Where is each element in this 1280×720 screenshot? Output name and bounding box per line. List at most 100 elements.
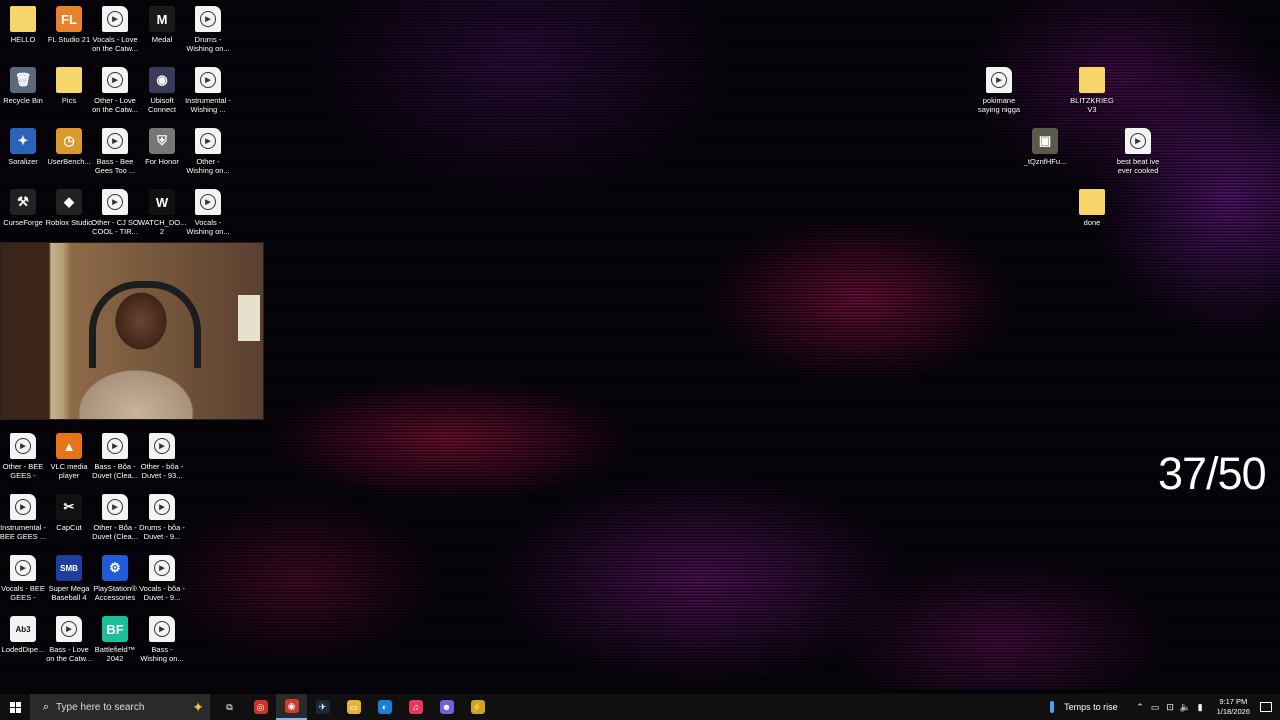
desktop-icon[interactable]: ▶ Bass - Love on the Catw... bbox=[46, 612, 92, 672]
desktop-icon-label: Roblox Studio bbox=[45, 218, 93, 227]
desktop-icon[interactable]: ▶ Other - Bôa - Duvet (Clea... bbox=[92, 490, 138, 550]
desktop-icon[interactable]: ⚙ PlayStation® Accessories bbox=[92, 551, 138, 611]
desktop-icon[interactable]: ▶ Drums - bôa - Duvet - 9... bbox=[139, 490, 185, 550]
taskbar-discord-button[interactable]: ☻ bbox=[431, 694, 462, 720]
network-icon[interactable]: ⊡ bbox=[1164, 702, 1177, 713]
desktop-icon-label: CapCut bbox=[56, 523, 82, 532]
recycle-bin-icon: 🗑 bbox=[10, 67, 36, 93]
desktop-icon-label: Bass - Bee Gees Too ... bbox=[94, 157, 136, 175]
desktop-icon-label: Other - bôa - Duvet - 93... bbox=[140, 462, 184, 480]
media-file-icon: ▶ bbox=[102, 433, 128, 459]
weather-text: Temps to rise bbox=[1064, 702, 1118, 712]
desktop-icon[interactable]: Ab3 LodedDipe... bbox=[0, 612, 46, 672]
desktop-icon-label: VLC media player bbox=[50, 462, 88, 480]
desktop-icon[interactable]: ▶ Bass - Bee Gees Too ... bbox=[92, 124, 138, 184]
desktop-icon-label: Super Mega Baseball 4 bbox=[48, 584, 90, 602]
media-file-icon: ▶ bbox=[56, 616, 82, 642]
desktop-icon[interactable]: ▶ Other - Love on the Catw... bbox=[92, 63, 138, 123]
desktop-icon[interactable]: HELLO bbox=[0, 2, 46, 62]
desktop-icon[interactable]: ▶ Instrumental - Wishing ... bbox=[185, 63, 231, 123]
itunes-icon: ♫ bbox=[408, 700, 423, 714]
desktop-icon-label: Other - Wishing on... bbox=[186, 157, 230, 175]
desktop-icon[interactable]: ▶ Vocals - bôa - Duvet - 9... bbox=[139, 551, 185, 611]
desktop-icon[interactable]: BLITZKRIEG V3 bbox=[1069, 63, 1115, 123]
clock-date: 1/18/2026 bbox=[1216, 707, 1250, 716]
media-file-icon: ▶ bbox=[102, 128, 128, 154]
desktop-icon-label: Bass - Bôa - Duvet (Clea... bbox=[92, 462, 138, 480]
super-mega-baseball-icon: SMB bbox=[56, 555, 82, 581]
start-button[interactable] bbox=[0, 694, 30, 720]
ableton-icon: Ab3 bbox=[10, 616, 36, 642]
userbenchmark-icon: ◷ bbox=[56, 128, 82, 154]
taskbar-file-explorer-button[interactable]: ▭ bbox=[338, 694, 369, 720]
desktop-icon[interactable]: ▶ pokimane saying nigga bbox=[976, 63, 1022, 123]
medal-icon: M bbox=[149, 6, 175, 32]
chevron-up-icon[interactable]: ⌃ bbox=[1134, 702, 1147, 713]
wall-note bbox=[238, 295, 260, 341]
desktop-icon[interactable]: ◉ Ubisoft Connect bbox=[139, 63, 185, 123]
desktop-icon[interactable]: Pics bbox=[46, 63, 92, 123]
media-file-icon: ▶ bbox=[195, 189, 221, 215]
system-tray: Temps to rise ⌃ ▭ ⊡ 🔈 ▮ 9:17 PM 1/18/202… bbox=[1050, 694, 1280, 720]
search-icon: ⌕ bbox=[42, 700, 50, 713]
volume-icon[interactable]: 🔈 bbox=[1179, 702, 1192, 713]
desktop-icon[interactable]: ▶ Other - BEE GEES - TOO... bbox=[0, 429, 46, 489]
desktop-icon-label: For Honor bbox=[145, 157, 179, 166]
thermometer-icon bbox=[1050, 701, 1055, 713]
desktop-icon[interactable]: ▶ Vocals - BEE GEES - TOO... bbox=[0, 551, 46, 611]
desktop-icon-label: Soralizer bbox=[8, 157, 38, 166]
desktop-icon[interactable]: BF Battlefield™ 2042 bbox=[92, 612, 138, 672]
for-honor-icon: ⛨ bbox=[149, 128, 175, 154]
microphone-icon[interactable]: ▮ bbox=[1194, 702, 1207, 713]
taskbar-itunes-button[interactable]: ♫ bbox=[400, 694, 431, 720]
task-view-icon: ⧉ bbox=[222, 700, 237, 714]
desktop-icon[interactable]: ▶ Other - CJ SO COOL - TIR... bbox=[91, 185, 139, 245]
desktop-icon[interactable]: ▶ Instrumental - BEE GEES ... bbox=[0, 490, 46, 550]
desktop-icon[interactable]: ✂ CapCut bbox=[46, 490, 92, 550]
search-highlight-icon: ✦ bbox=[192, 698, 204, 715]
taskbar-steam-button[interactable]: ✈ bbox=[307, 694, 338, 720]
desktop-icon[interactable]: ◷ UserBench... bbox=[46, 124, 92, 184]
desktop-icon[interactable]: ▲ VLC media player bbox=[46, 429, 92, 489]
desktop-icon[interactable]: W WATCH_DO... 2 bbox=[138, 185, 186, 245]
search-box[interactable]: ⌕ Type here to search ✦ bbox=[30, 694, 210, 720]
desktop-icon[interactable]: done bbox=[1069, 185, 1115, 245]
desktop-icon[interactable]: ▶ Bass - Bôa - Duvet (Clea... bbox=[92, 429, 138, 489]
desktop-icon-label: Recycle Bin bbox=[3, 96, 43, 105]
taskbar-task-view-button[interactable]: ⧉ bbox=[214, 694, 245, 720]
desktop-icon-label: Vocals - Wishing on... bbox=[186, 218, 230, 236]
desktop-icon[interactable]: ▶ Bass - Wishing on... bbox=[139, 612, 185, 672]
desktop-icon[interactable]: ▶ Vocals - Love on the Catw... bbox=[92, 2, 138, 62]
clock[interactable]: 9:17 PM 1/18/2026 bbox=[1217, 697, 1250, 717]
desktop-icon[interactable]: ▶ Vocals - Wishing on... bbox=[185, 185, 231, 245]
desktop-icon[interactable]: FL FL Studio 21 bbox=[46, 2, 92, 62]
display-icon[interactable]: ▭ bbox=[1149, 702, 1162, 713]
desktop-icon[interactable]: ▶ Drums - Wishing on... bbox=[185, 2, 231, 62]
taskbar-chrome-button[interactable]: ◉ bbox=[276, 694, 307, 720]
desktop-icon[interactable]: ▶ best beat ive ever cooked bbox=[1115, 124, 1161, 184]
media-file-icon: ▶ bbox=[149, 494, 175, 520]
desktop-icon[interactable]: ◆ Roblox Studio bbox=[46, 185, 92, 245]
battlefield-icon: BF bbox=[102, 616, 128, 642]
media-file-icon: ▶ bbox=[10, 555, 36, 581]
fl-studio-icon: FL bbox=[56, 6, 82, 32]
desktop-icon[interactable]: ✦ Soralizer bbox=[0, 124, 46, 184]
notification-icon[interactable] bbox=[1260, 702, 1272, 712]
desktop-icon[interactable]: ⚒ CurseForge bbox=[0, 185, 46, 245]
taskbar-cheat-engine-button[interactable]: ⚡ bbox=[462, 694, 493, 720]
watch-dogs-icon: W bbox=[149, 189, 175, 215]
desktop-icon[interactable]: ▣ _tQznfHFu... bbox=[1022, 124, 1068, 184]
desktop-icon-label: Instrumental - Wishing ... bbox=[185, 96, 231, 114]
image-file-icon: ▣ bbox=[1032, 128, 1058, 154]
desktop-icon[interactable]: ⛨ For Honor bbox=[139, 124, 185, 184]
desktop-icon[interactable]: ▶ Other - bôa - Duvet - 93... bbox=[139, 429, 185, 489]
desktop-icon[interactable]: SMB Super Mega Baseball 4 bbox=[46, 551, 92, 611]
cheat-engine-icon: ⚡ bbox=[470, 700, 485, 714]
desktop-icon[interactable]: ▶ Other - Wishing on... bbox=[185, 124, 231, 184]
taskbar-chrome-alt-button[interactable]: ◎ bbox=[245, 694, 276, 720]
taskbar-edge-button[interactable]: ◐ bbox=[369, 694, 400, 720]
steam-icon: ✈ bbox=[315, 700, 330, 714]
desktop-icon[interactable]: 🗑 Recycle Bin bbox=[0, 63, 46, 123]
desktop-icon[interactable]: M Medal bbox=[139, 2, 185, 62]
weather-widget[interactable]: Temps to rise bbox=[1050, 701, 1118, 713]
